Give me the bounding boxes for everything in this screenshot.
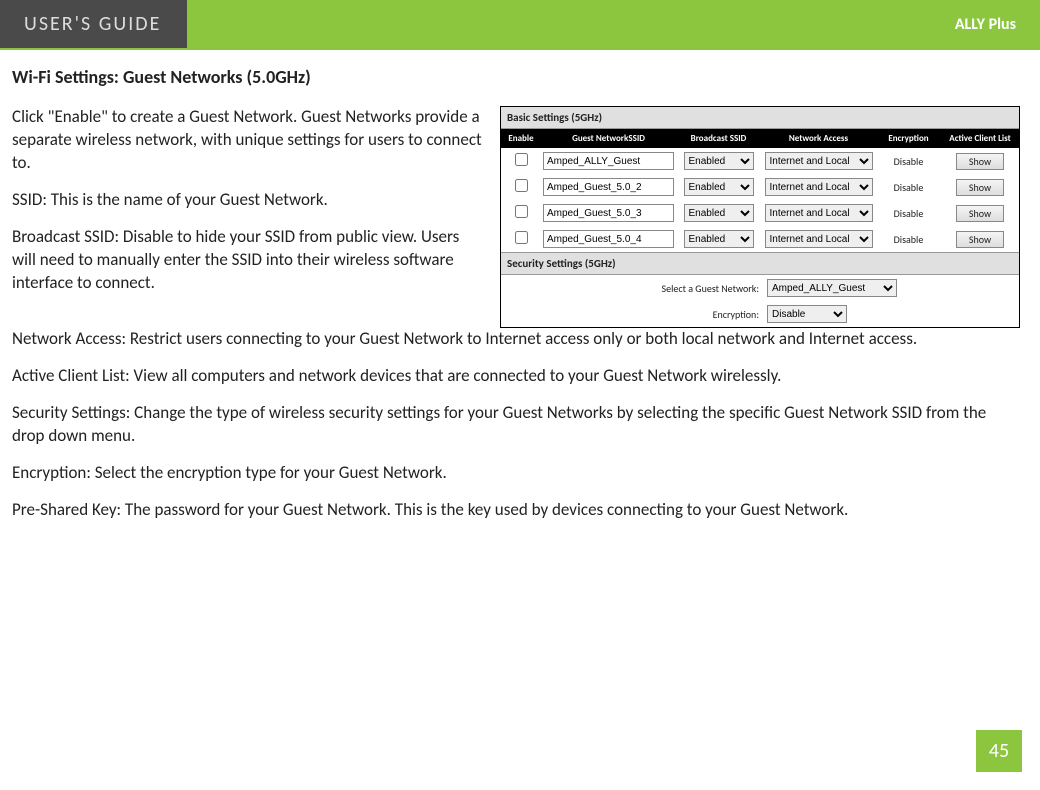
enable-checkbox[interactable] bbox=[515, 179, 528, 192]
para-psk: Pre-Shared Key: The password for your Gu… bbox=[12, 499, 1020, 522]
show-button[interactable]: Show bbox=[956, 231, 1004, 248]
show-button[interactable]: Show bbox=[956, 179, 1004, 196]
ssid-input[interactable] bbox=[543, 152, 674, 170]
show-button[interactable]: Show bbox=[956, 205, 1004, 222]
page-number: 45 bbox=[976, 730, 1022, 772]
intro-para-3: Broadcast SSID: Disable to hide your SSI… bbox=[12, 226, 484, 295]
table-header: Enable Guest NetworkSSID Broadcast SSID … bbox=[501, 129, 1019, 148]
enable-checkbox[interactable] bbox=[515, 205, 528, 218]
encryption-value: Disable bbox=[876, 205, 941, 222]
select-network-dropdown[interactable]: Amped_ALLY_Guest bbox=[767, 279, 897, 297]
broadcast-select[interactable]: Enabled bbox=[684, 204, 754, 222]
header-product: ALLY Plus bbox=[955, 15, 1016, 34]
ssid-input[interactable] bbox=[543, 178, 674, 196]
encryption-value: Disable bbox=[876, 153, 941, 170]
access-select[interactable]: Internet and Local bbox=[765, 152, 873, 170]
para-encryption: Encryption: Select the encryption type f… bbox=[12, 462, 1020, 485]
settings-panel: Basic Settings (5GHz) Enable Guest Netwo… bbox=[500, 106, 1020, 328]
encryption-label: Encryption: bbox=[507, 308, 767, 321]
table-row: Enabled Internet and Local Disable Show bbox=[501, 148, 1019, 174]
enable-checkbox[interactable] bbox=[515, 153, 528, 166]
ssid-input[interactable] bbox=[543, 230, 674, 248]
table-row: Enabled Internet and Local Disable Show bbox=[501, 174, 1019, 200]
col-ssid: Guest NetworkSSID bbox=[541, 129, 676, 148]
access-select[interactable]: Internet and Local bbox=[765, 178, 873, 196]
header-title: USER'S GUIDE bbox=[24, 12, 161, 36]
access-select[interactable]: Internet and Local bbox=[765, 204, 873, 222]
broadcast-select[interactable]: Enabled bbox=[684, 230, 754, 248]
enable-checkbox[interactable] bbox=[515, 231, 528, 244]
security-select-row: Select a Guest Network: Amped_ALLY_Guest bbox=[501, 275, 1019, 301]
select-network-label: Select a Guest Network: bbox=[507, 282, 767, 295]
broadcast-select[interactable]: Enabled bbox=[684, 152, 754, 170]
table-row: Enabled Internet and Local Disable Show bbox=[501, 200, 1019, 226]
doc-header: USER'S GUIDE ALLY Plus bbox=[0, 0, 1040, 48]
page-title: Wi-Fi Settings: Guest Networks (5.0GHz) bbox=[12, 66, 1020, 88]
show-button[interactable]: Show bbox=[956, 153, 1004, 170]
col-enable: Enable bbox=[501, 129, 541, 148]
para-security-settings: Security Settings: Change the type of wi… bbox=[12, 402, 1020, 448]
encryption-value: Disable bbox=[876, 179, 941, 196]
para-network-access: Network Access: Restrict users connectin… bbox=[12, 328, 1020, 351]
encryption-dropdown[interactable]: Disable bbox=[767, 305, 847, 323]
col-encryption: Encryption bbox=[876, 129, 941, 148]
encryption-value: Disable bbox=[876, 231, 941, 248]
para-active-client: Active Client List: View all computers a… bbox=[12, 365, 1020, 388]
col-access: Network Access bbox=[761, 129, 876, 148]
basic-settings-title: Basic Settings (5GHz) bbox=[501, 107, 1019, 129]
security-settings-title: Security Settings (5GHz) bbox=[501, 252, 1019, 275]
col-active: Active Client List bbox=[941, 129, 1019, 148]
encryption-select-row: Encryption: Disable bbox=[501, 301, 1019, 327]
intro-para-2: SSID: This is the name of your Guest Net… bbox=[12, 189, 484, 212]
broadcast-select[interactable]: Enabled bbox=[684, 178, 754, 196]
col-broadcast: Broadcast SSID bbox=[676, 129, 761, 148]
table-row: Enabled Internet and Local Disable Show bbox=[501, 226, 1019, 252]
ssid-input[interactable] bbox=[543, 204, 674, 222]
intro-para-1: Click "Enable" to create a Guest Network… bbox=[12, 106, 484, 175]
access-select[interactable]: Internet and Local bbox=[765, 230, 873, 248]
